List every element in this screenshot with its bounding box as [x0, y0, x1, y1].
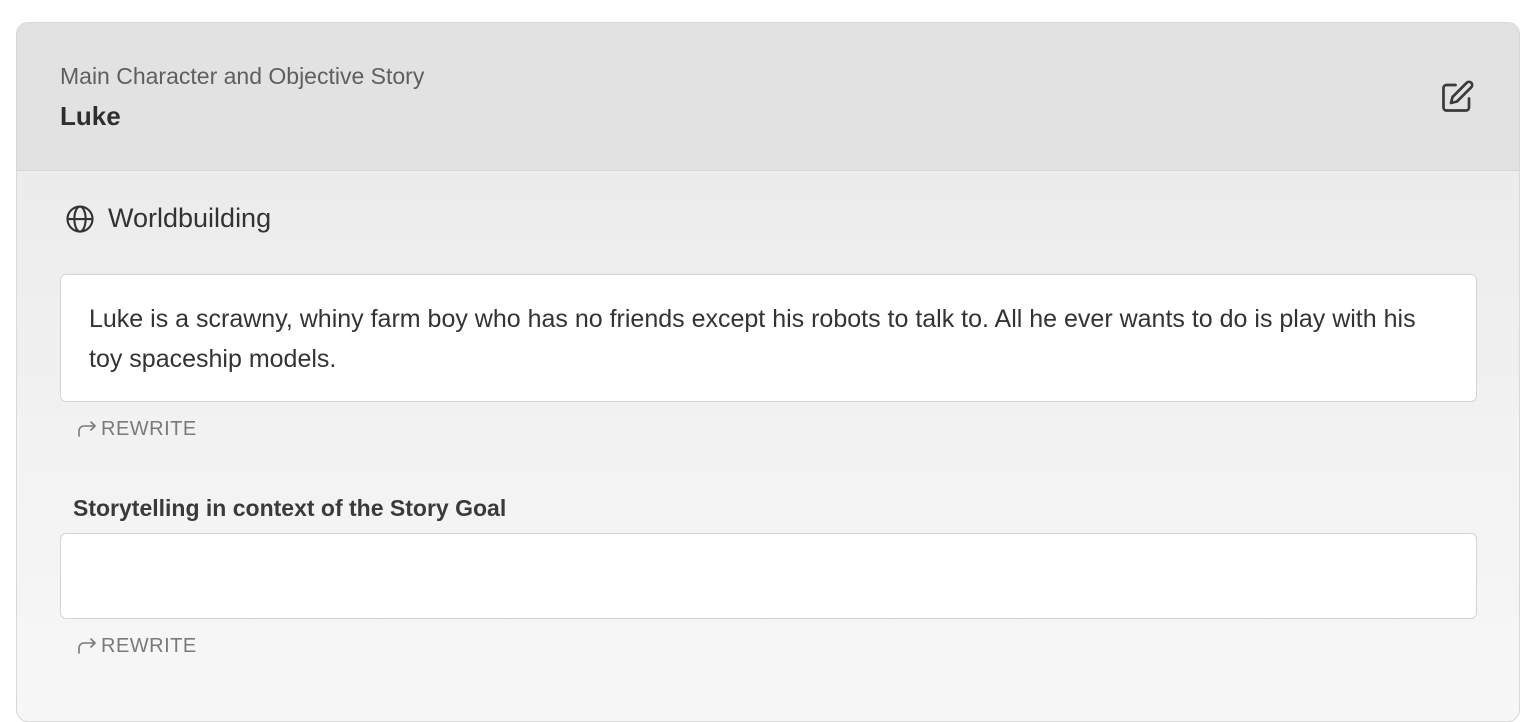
- card-title: Luke: [60, 101, 121, 131]
- edit-icon: [1442, 80, 1474, 112]
- storytelling-rewrite-label: REWRITE: [101, 634, 197, 657]
- worldbuilding-heading: Worldbuilding: [65, 203, 271, 234]
- storytelling-textarea[interactable]: [60, 533, 1477, 619]
- edit-button[interactable]: [1435, 75, 1479, 119]
- worldbuilding-rewrite-label: REWRITE: [101, 417, 197, 440]
- worldbuilding-rewrite-button[interactable]: REWRITE: [75, 417, 197, 441]
- redo-arrow-icon: [78, 421, 96, 437]
- worldbuilding-label: Worldbuilding: [108, 203, 272, 233]
- storytelling-rewrite-button[interactable]: REWRITE: [75, 634, 197, 658]
- globe-icon: [66, 204, 94, 233]
- worldbuilding-textarea[interactable]: Luke is a scrawny, whiny farm boy who ha…: [60, 274, 1477, 402]
- card-subtitle: Main Character and Objective Story: [60, 63, 425, 89]
- character-card: Main Character and Objective Story Luke …: [16, 22, 1520, 722]
- card-header: Main Character and Objective Story Luke: [17, 23, 1519, 171]
- storytelling-label: Storytelling in context of the Story Goa…: [73, 495, 507, 521]
- redo-arrow-icon: [78, 638, 96, 654]
- worldbuilding-text: Luke is a scrawny, whiny farm boy who ha…: [89, 305, 1416, 373]
